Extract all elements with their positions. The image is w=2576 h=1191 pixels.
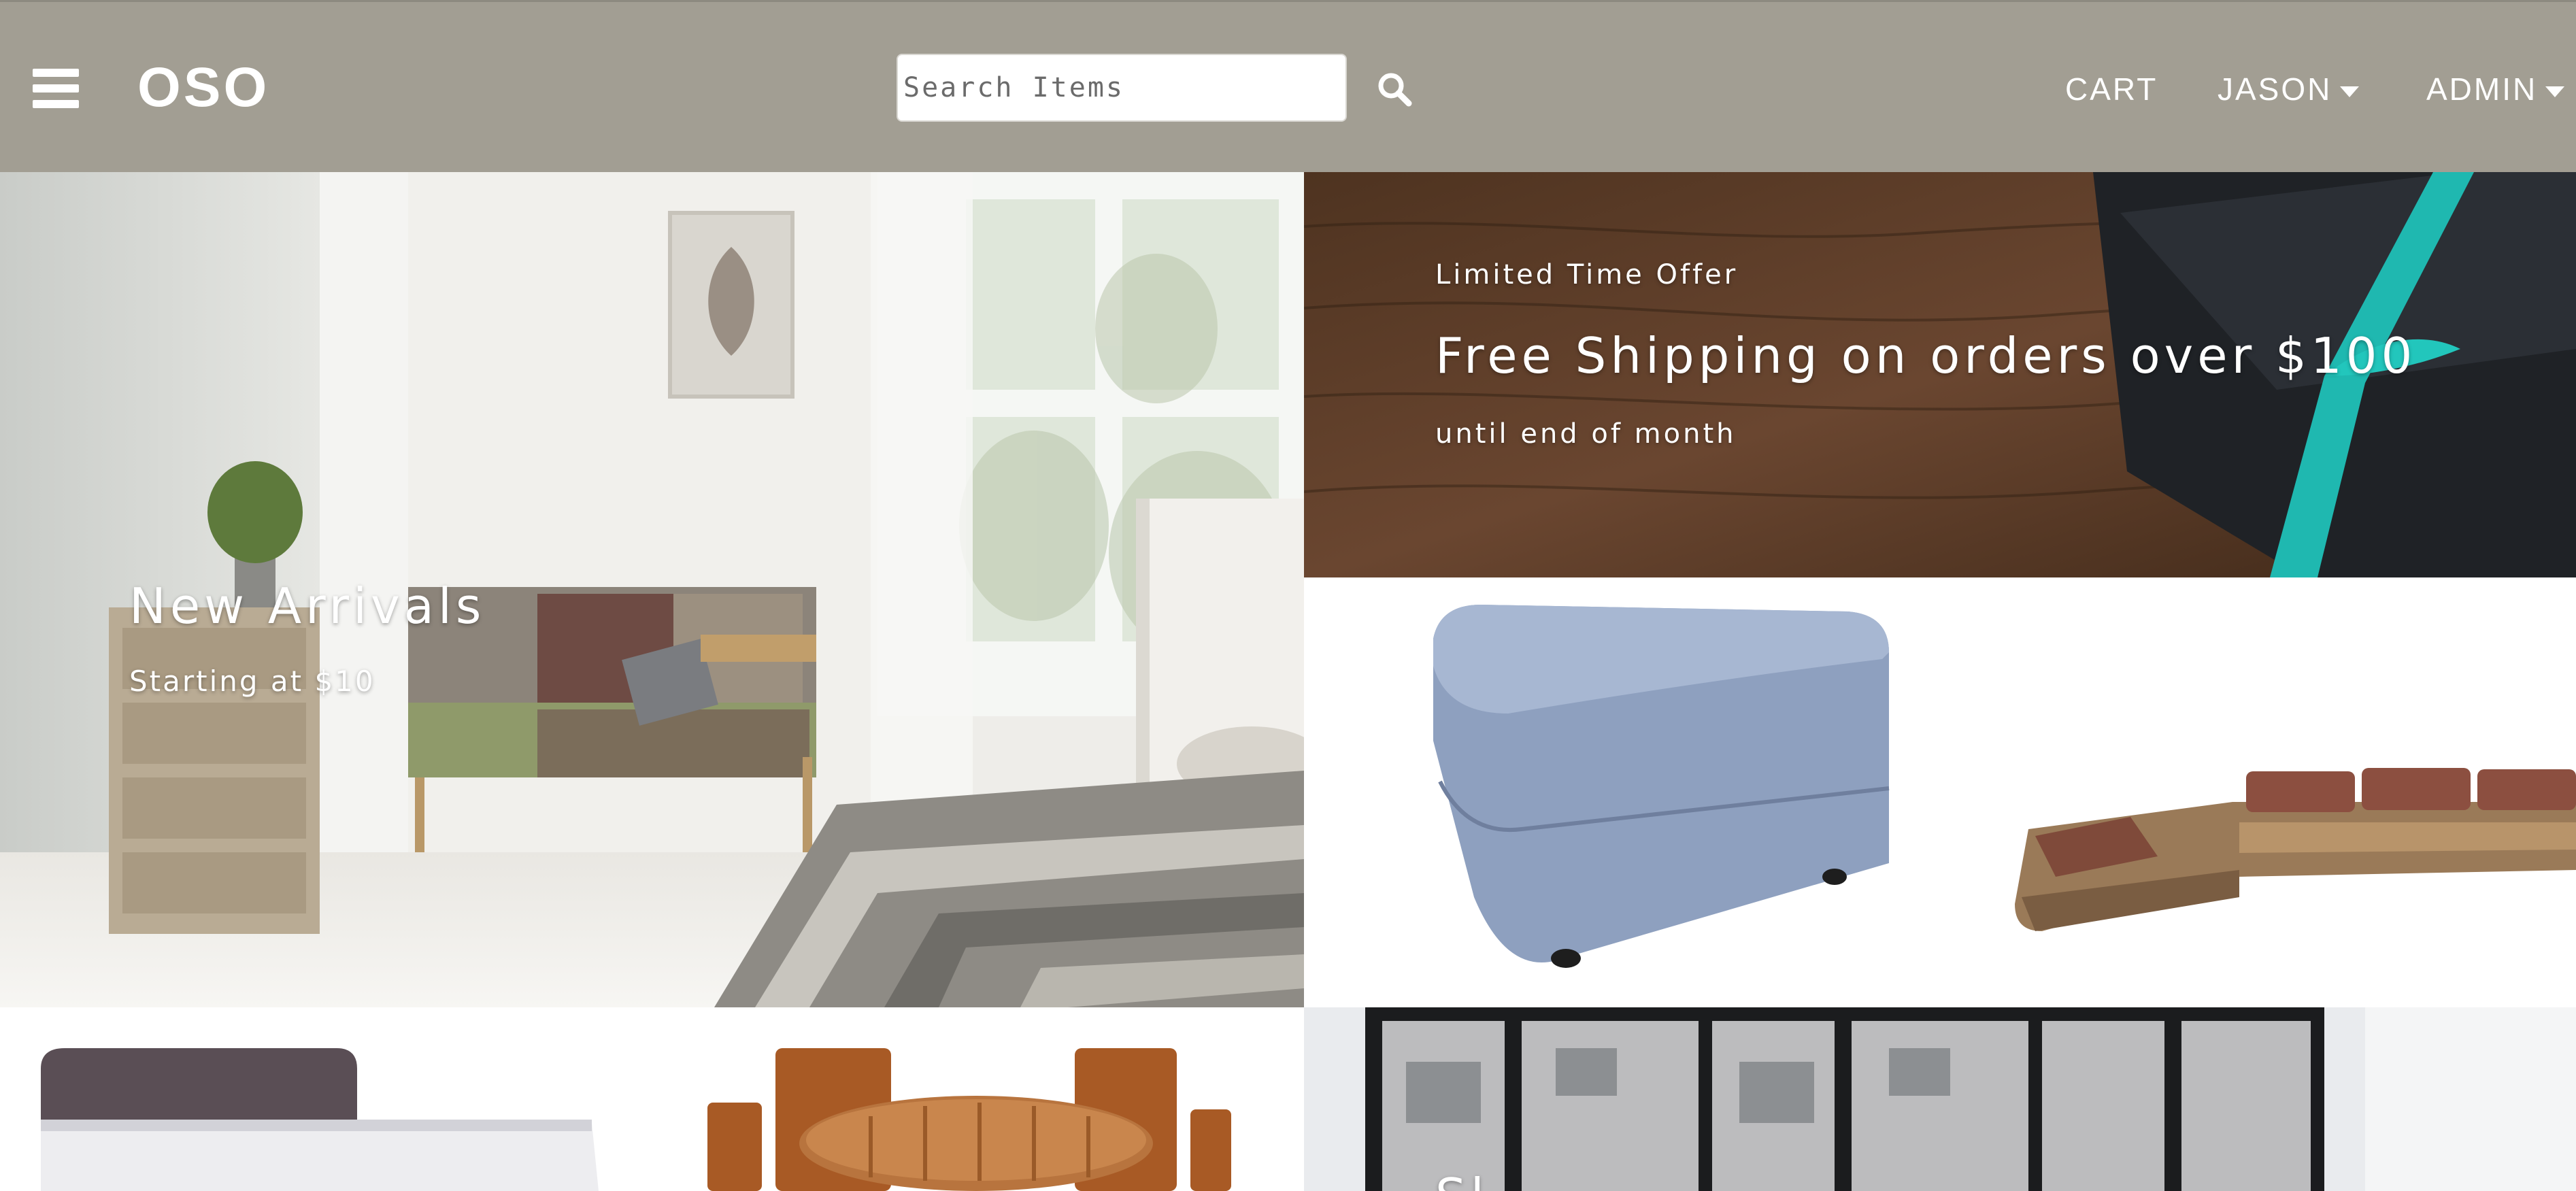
offer-subtitle: until end of month (1435, 418, 1737, 450)
dining-set-product[interactable] (653, 1007, 1304, 1191)
ottoman-image (1433, 605, 1890, 968)
bottom-right-promo-tile[interactable]: Sl (1304, 1007, 2576, 1191)
window-room-photo (1304, 1007, 2576, 1191)
bottom-right-title: Sl (1435, 1168, 1488, 1191)
search-input[interactable] (897, 54, 1347, 122)
chevron-down-icon (2340, 86, 2360, 97)
user-menu-label: JASON (2218, 71, 2332, 107)
free-shipping-tile[interactable]: Limited Time Offer Free Shipping on orde… (1304, 172, 2576, 577)
top-navbar: OSO CART JASON ADMIN (0, 0, 2576, 172)
cart-label: CART (2065, 71, 2158, 107)
admin-menu-label: ADMIN (2426, 71, 2538, 107)
new-arrivals-tile[interactable]: New Arrivals Starting at $10 (0, 172, 1304, 1007)
bed-image (41, 1048, 599, 1191)
chevron-down-icon (2545, 86, 2565, 97)
site-logo[interactable]: OSO (137, 54, 269, 122)
sectional-sofa-image (2015, 768, 2576, 931)
offer-title: Free Shipping on orders over $100 (1435, 327, 2417, 384)
new-arrivals-title: New Arrivals (129, 577, 486, 635)
bed-product[interactable] (0, 1007, 653, 1191)
search-icon[interactable] (1375, 70, 1414, 108)
admin-menu[interactable]: ADMIN (2426, 67, 2565, 111)
dining-set-image (707, 1048, 1231, 1191)
sectional-sofa-product[interactable] (1940, 577, 2576, 1007)
hamburger-menu-icon[interactable] (33, 69, 79, 108)
offer-eyebrow: Limited Time Offer (1435, 259, 1739, 290)
ottoman-product[interactable] (1304, 577, 1940, 1007)
cart-link[interactable]: CART (2065, 67, 2158, 111)
user-menu[interactable]: JASON (2218, 67, 2360, 111)
new-arrivals-subtitle: Starting at $10 (129, 665, 375, 698)
